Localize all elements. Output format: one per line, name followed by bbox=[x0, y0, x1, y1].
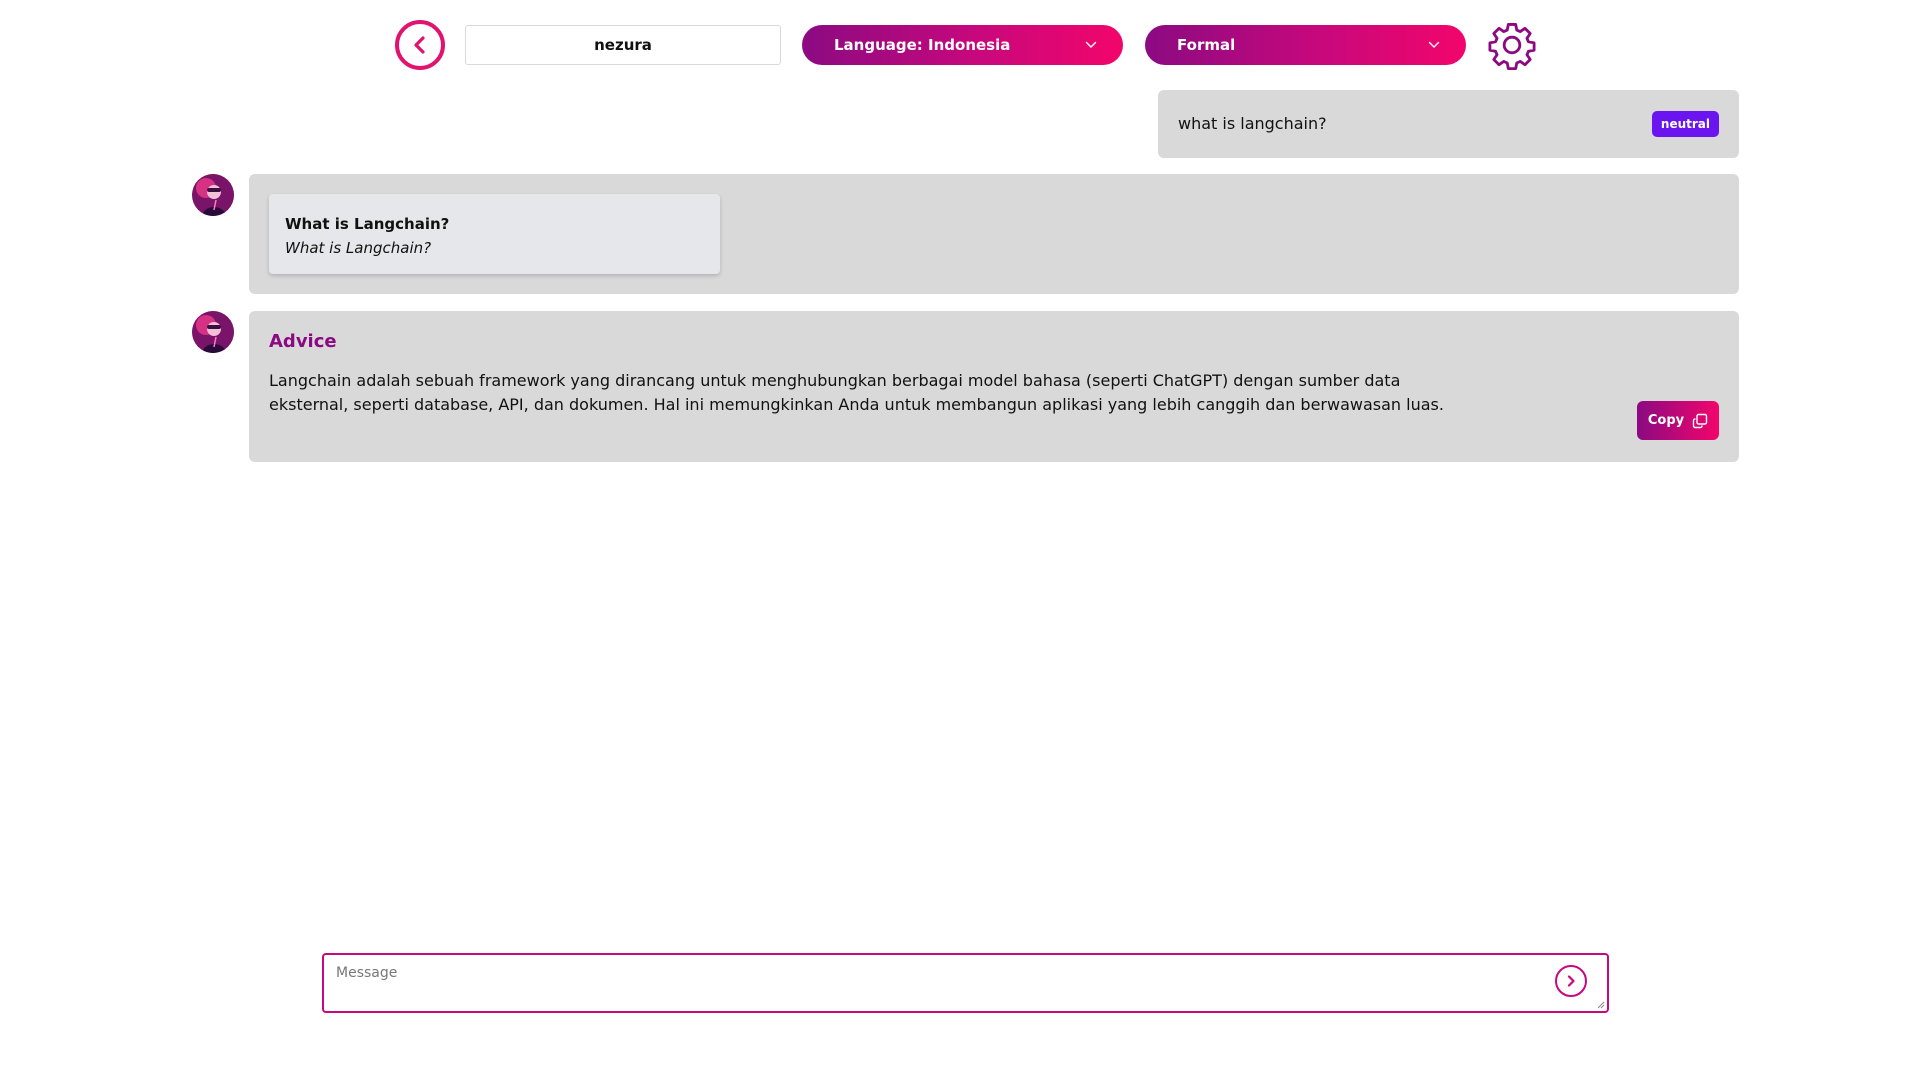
chevron-down-icon bbox=[1085, 41, 1097, 48]
resize-grip-icon[interactable] bbox=[1597, 1001, 1605, 1009]
bot-avatar bbox=[192, 311, 234, 353]
message-composer bbox=[322, 953, 1609, 1013]
translation-card: What is Langchain? What is Langchain? bbox=[269, 194, 720, 274]
settings-button[interactable] bbox=[1486, 19, 1538, 71]
gear-icon bbox=[1488, 23, 1536, 71]
bot-message: What is Langchain? What is Langchain? bbox=[249, 174, 1739, 294]
user-message-text: what is langchain? bbox=[1178, 113, 1327, 133]
translation-subtitle: What is Langchain? bbox=[285, 239, 432, 257]
advice-heading: Advice bbox=[269, 331, 337, 352]
assistant-name-field[interactable]: nezura bbox=[465, 25, 781, 65]
bot-avatar-image bbox=[192, 311, 234, 353]
assistant-name: nezura bbox=[594, 36, 652, 54]
language-select[interactable]: Language: Indonesia bbox=[802, 25, 1123, 65]
advice-message: Advice Langchain adalah sebuah framework… bbox=[249, 311, 1739, 462]
language-select-label: Language: Indonesia bbox=[834, 36, 1011, 54]
back-button[interactable] bbox=[395, 20, 445, 70]
bot-avatar-image bbox=[192, 174, 234, 216]
copy-button[interactable]: Copy bbox=[1637, 401, 1719, 440]
sentiment-badge: neutral bbox=[1651, 111, 1719, 137]
chevron-left-icon bbox=[414, 36, 425, 54]
tone-select-label: Formal bbox=[1177, 36, 1236, 54]
send-button[interactable] bbox=[1555, 965, 1587, 997]
user-message: what is langchain? neutral bbox=[1158, 90, 1739, 158]
chevron-right-icon bbox=[1567, 975, 1575, 987]
chat-page: nezura Language: Indonesia Formal what i… bbox=[0, 0, 1920, 1080]
message-input[interactable] bbox=[324, 955, 1607, 1011]
top-bar: nezura Language: Indonesia Formal bbox=[395, 19, 1538, 71]
tone-select[interactable]: Formal bbox=[1145, 25, 1466, 65]
copy-icon bbox=[1692, 413, 1708, 428]
chevron-down-icon bbox=[1428, 41, 1440, 48]
bot-avatar bbox=[192, 174, 234, 216]
advice-text: Langchain adalah sebuah framework yang d… bbox=[269, 371, 1444, 414]
translation-title: What is Langchain? bbox=[285, 215, 450, 233]
copy-button-label: Copy bbox=[1647, 413, 1685, 428]
